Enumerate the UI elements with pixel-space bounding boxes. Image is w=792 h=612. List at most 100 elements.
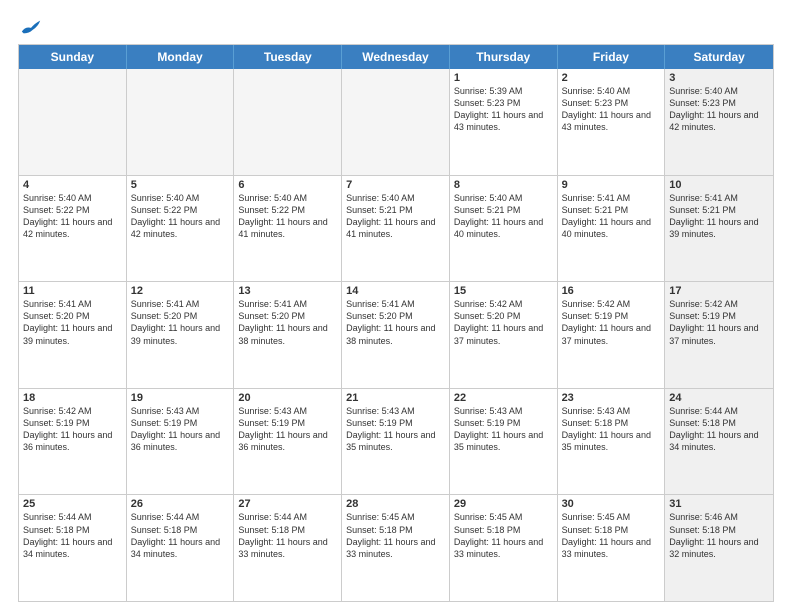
calendar-cell: 16Sunrise: 5:42 AM Sunset: 5:19 PM Dayli…: [558, 282, 666, 388]
calendar-cell: 10Sunrise: 5:41 AM Sunset: 5:21 PM Dayli…: [665, 176, 773, 282]
calendar-cell: 27Sunrise: 5:44 AM Sunset: 5:18 PM Dayli…: [234, 495, 342, 601]
page: SundayMondayTuesdayWednesdayThursdayFrid…: [0, 0, 792, 612]
calendar-row: 25 Sunrise: 5:44 AM Sunset: 5:18 PM Dayli…: [19, 494, 773, 601]
day-number: 26: [131, 498, 230, 510]
calendar-body: 1Sunrise: 5:39 AM Sunset: 5:23 PM Daylig…: [19, 69, 773, 601]
day-number: 9: [562, 179, 661, 191]
weekday-header: Sunday: [19, 45, 127, 69]
weekday-header: Monday: [127, 45, 235, 69]
calendar-cell: 18Sunrise: 5:42 AM Sunset: 5:19 PM Dayli…: [19, 389, 127, 495]
cell-info: Sunrise: 5:44 AM Sunset: 5:18 PM Dayligh…: [669, 405, 769, 454]
calendar-cell: 4Sunrise: 5:40 AM Sunset: 5:22 PM Daylig…: [19, 176, 127, 282]
cell-info: Sunrise: 5:44 AM Sunset: 5:18 PM Dayligh…: [131, 511, 230, 560]
calendar-cell: 3Sunrise: 5:40 AM Sunset: 5:23 PM Daylig…: [665, 69, 773, 175]
cell-info: Sunrise: 5:40 AM Sunset: 5:22 PM Dayligh…: [131, 192, 230, 241]
cell-info: Sunrise: 5:40 AM Sunset: 5:21 PM Dayligh…: [454, 192, 553, 241]
cell-info: Sunrise: 5:45 AM Sunset: 5:18 PM Dayligh…: [454, 511, 553, 560]
cell-info: Sunrise: 5:42 AM Sunset: 5:19 PM Dayligh…: [562, 298, 661, 347]
cell-info: Sunrise: 5:43 AM Sunset: 5:19 PM Dayligh…: [238, 405, 337, 454]
cell-info: Sunrise: 5:42 AM Sunset: 5:19 PM Dayligh…: [669, 298, 769, 347]
day-number: 25: [23, 498, 122, 510]
calendar-cell: 20Sunrise: 5:43 AM Sunset: 5:19 PM Dayli…: [234, 389, 342, 495]
day-number: 19: [131, 392, 230, 404]
cell-info: Sunrise: 5:41 AM Sunset: 5:21 PM Dayligh…: [562, 192, 661, 241]
calendar-row: 11Sunrise: 5:41 AM Sunset: 5:20 PM Dayli…: [19, 281, 773, 388]
cell-info: Sunrise: 5:40 AM Sunset: 5:22 PM Dayligh…: [238, 192, 337, 241]
day-number: 4: [23, 179, 122, 191]
cell-info: Sunrise: 5:42 AM Sunset: 5:19 PM Dayligh…: [23, 405, 122, 454]
day-number: 31: [669, 498, 769, 510]
day-number: 2: [562, 72, 661, 84]
cell-info: Sunrise: 5:46 AM Sunset: 5:18 PM Dayligh…: [669, 511, 769, 560]
calendar-row: 4Sunrise: 5:40 AM Sunset: 5:22 PM Daylig…: [19, 175, 773, 282]
day-number: 3: [669, 72, 769, 84]
calendar-cell: 15Sunrise: 5:42 AM Sunset: 5:20 PM Dayli…: [450, 282, 558, 388]
calendar-cell: 6Sunrise: 5:40 AM Sunset: 5:22 PM Daylig…: [234, 176, 342, 282]
cell-info: Sunrise: 5:41 AM Sunset: 5:21 PM Dayligh…: [669, 192, 769, 241]
day-number: 21: [346, 392, 445, 404]
cell-info: Sunrise: 5:40 AM Sunset: 5:23 PM Dayligh…: [669, 85, 769, 134]
day-number: 28: [346, 498, 445, 510]
calendar-cell: 9Sunrise: 5:41 AM Sunset: 5:21 PM Daylig…: [558, 176, 666, 282]
day-number: 23: [562, 392, 661, 404]
cell-info: Sunrise: 5:42 AM Sunset: 5:20 PM Dayligh…: [454, 298, 553, 347]
weekday-header: Tuesday: [234, 45, 342, 69]
calendar-cell: 11Sunrise: 5:41 AM Sunset: 5:20 PM Dayli…: [19, 282, 127, 388]
calendar-cell: 23Sunrise: 5:43 AM Sunset: 5:18 PM Dayli…: [558, 389, 666, 495]
day-number: 11: [23, 285, 122, 297]
calendar-cell: 29Sunrise: 5:45 AM Sunset: 5:18 PM Dayli…: [450, 495, 558, 601]
day-number: 30: [562, 498, 661, 510]
cell-info: Sunrise: 5:45 AM Sunset: 5:18 PM Dayligh…: [562, 511, 661, 560]
day-number: 7: [346, 179, 445, 191]
calendar-cell: 5Sunrise: 5:40 AM Sunset: 5:22 PM Daylig…: [127, 176, 235, 282]
day-number: 15: [454, 285, 553, 297]
calendar-cell: 31Sunrise: 5:46 AM Sunset: 5:18 PM Dayli…: [665, 495, 773, 601]
cell-info: Sunrise: 5:39 AM Sunset: 5:23 PM Dayligh…: [454, 85, 553, 134]
calendar-row: 1Sunrise: 5:39 AM Sunset: 5:23 PM Daylig…: [19, 69, 773, 175]
calendar-cell: 8Sunrise: 5:40 AM Sunset: 5:21 PM Daylig…: [450, 176, 558, 282]
cell-info: Sunrise: 5:40 AM Sunset: 5:21 PM Dayligh…: [346, 192, 445, 241]
calendar-cell: 14Sunrise: 5:41 AM Sunset: 5:20 PM Dayli…: [342, 282, 450, 388]
calendar-cell: 22Sunrise: 5:43 AM Sunset: 5:19 PM Dayli…: [450, 389, 558, 495]
cell-info: Sunrise: 5:40 AM Sunset: 5:22 PM Dayligh…: [23, 192, 122, 241]
calendar-cell: [234, 69, 342, 175]
calendar-cell: 2Sunrise: 5:40 AM Sunset: 5:23 PM Daylig…: [558, 69, 666, 175]
calendar-cell: 7Sunrise: 5:40 AM Sunset: 5:21 PM Daylig…: [342, 176, 450, 282]
day-number: 6: [238, 179, 337, 191]
cell-info: Sunrise: 5:41 AM Sunset: 5:20 PM Dayligh…: [346, 298, 445, 347]
day-number: 12: [131, 285, 230, 297]
weekday-header: Saturday: [665, 45, 773, 69]
calendar-cell: 28Sunrise: 5:45 AM Sunset: 5:18 PM Dayli…: [342, 495, 450, 601]
day-number: 24: [669, 392, 769, 404]
day-number: 17: [669, 285, 769, 297]
weekday-header: Thursday: [450, 45, 558, 69]
calendar-cell: [342, 69, 450, 175]
cell-info: Sunrise: 5:45 AM Sunset: 5:18 PM Dayligh…: [346, 511, 445, 560]
calendar-cell: [127, 69, 235, 175]
day-number: 20: [238, 392, 337, 404]
calendar-cell: 30Sunrise: 5:45 AM Sunset: 5:18 PM Dayli…: [558, 495, 666, 601]
weekday-header: Friday: [558, 45, 666, 69]
day-number: 8: [454, 179, 553, 191]
calendar-cell: 12Sunrise: 5:41 AM Sunset: 5:20 PM Dayli…: [127, 282, 235, 388]
cell-info: Sunrise: 5:43 AM Sunset: 5:19 PM Dayligh…: [131, 405, 230, 454]
calendar-cell: 26Sunrise: 5:44 AM Sunset: 5:18 PM Dayli…: [127, 495, 235, 601]
cell-info: Sunrise: 5:43 AM Sunset: 5:18 PM Dayligh…: [562, 405, 661, 454]
day-number: 29: [454, 498, 553, 510]
calendar: SundayMondayTuesdayWednesdayThursdayFrid…: [18, 44, 774, 602]
day-number: 10: [669, 179, 769, 191]
day-number: 27: [238, 498, 337, 510]
cell-info: Sunrise: 5:41 AM Sunset: 5:20 PM Dayligh…: [23, 298, 122, 347]
cell-info: Sunrise: 5:43 AM Sunset: 5:19 PM Dayligh…: [346, 405, 445, 454]
calendar-cell: 19Sunrise: 5:43 AM Sunset: 5:19 PM Dayli…: [127, 389, 235, 495]
calendar-header: SundayMondayTuesdayWednesdayThursdayFrid…: [19, 45, 773, 69]
day-number: 5: [131, 179, 230, 191]
header: [18, 18, 774, 36]
calendar-cell: 25Sunrise: 5:44 AM Sunset: 5:18 PM Dayli…: [19, 495, 127, 601]
day-number: 16: [562, 285, 661, 297]
logo-text: [18, 18, 42, 36]
cell-info: Sunrise: 5:41 AM Sunset: 5:20 PM Dayligh…: [238, 298, 337, 347]
weekday-header: Wednesday: [342, 45, 450, 69]
calendar-row: 18Sunrise: 5:42 AM Sunset: 5:19 PM Dayli…: [19, 388, 773, 495]
logo-bird-icon: [20, 18, 42, 36]
